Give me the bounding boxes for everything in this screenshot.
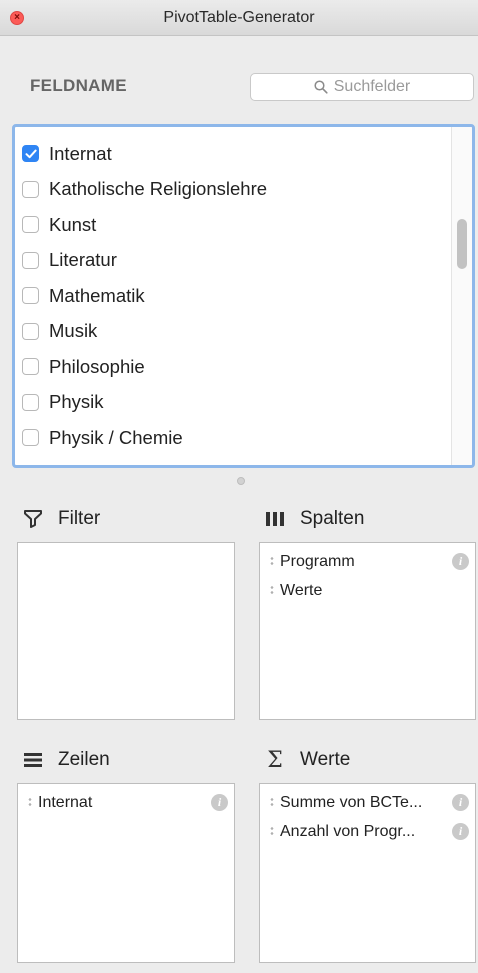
field-checkbox[interactable] [22, 145, 39, 163]
field-label: Literatur [49, 249, 117, 271]
info-icon[interactable]: i [452, 823, 469, 840]
window-title: PivotTable-Generator [163, 9, 315, 26]
info-icon[interactable]: i [452, 794, 469, 811]
field-label: Kunst [49, 213, 97, 235]
field-list-item[interactable]: Kunst [15, 207, 472, 243]
werte-area-title: Werte [300, 749, 351, 770]
field-label: Mathematik [49, 284, 145, 306]
columns-icon [264, 508, 286, 530]
spalten-area-header: Spalten [264, 508, 364, 530]
field-list-item[interactable]: Musik [15, 314, 472, 350]
field-checkbox[interactable] [22, 358, 39, 376]
field-list-item[interactable]: Play and Get [15, 456, 472, 465]
filter-area-header: Filter [22, 508, 100, 530]
zeilen-area-header: Zeilen [22, 749, 110, 771]
drag-handle-icon[interactable] [270, 585, 274, 596]
field-label: Physik [49, 391, 104, 413]
search-icon [314, 80, 328, 94]
field-list-scrollbar[interactable] [451, 127, 472, 465]
field-label: Philosophie [49, 355, 145, 377]
zeilen-area-title: Zeilen [58, 749, 110, 770]
field-list-item[interactable]: Physik / Chemie [15, 420, 472, 456]
zeilen-drop-area[interactable]: Internat i [17, 783, 235, 963]
field-checkbox[interactable] [22, 322, 39, 340]
field-checkbox[interactable] [22, 216, 39, 234]
drag-handle-icon[interactable] [270, 556, 274, 567]
search-placeholder: Suchfelder [333, 78, 411, 95]
field-checkbox[interactable] [22, 429, 39, 447]
field-label: Katholische Religionslehre [49, 178, 268, 200]
info-icon[interactable]: i [211, 794, 228, 811]
field-list-item[interactable]: Physik [15, 385, 472, 421]
spalten-area-title: Spalten [300, 508, 365, 529]
field-label: Musik [49, 320, 98, 342]
field-list[interactable]: Internat Katholische Religionslehre Kunst L… [12, 124, 475, 468]
drag-handle-icon[interactable] [270, 826, 274, 837]
field-checkbox[interactable] [22, 464, 39, 465]
pivot-field-label: Summe von BCTe... [280, 793, 423, 811]
field-checkbox[interactable] [22, 180, 39, 198]
filter-drop-area[interactable] [17, 542, 235, 720]
search-fields-input[interactable]: Suchfelder [250, 73, 474, 101]
pivot-field-chip[interactable]: Anzahl von Progr... i [260, 817, 475, 846]
drag-handle-icon[interactable] [270, 797, 274, 808]
pivot-field-label: Internat [38, 793, 93, 811]
field-list-item[interactable]: Philosophie [15, 349, 472, 385]
pivot-field-chip[interactable]: Summe von BCTe... i [260, 788, 475, 817]
field-label: Play and Get [49, 462, 156, 465]
field-label: Internat [49, 142, 112, 164]
funnel-icon [22, 508, 44, 530]
field-list-item[interactable]: Internat [15, 136, 472, 172]
window-titlebar: × PivotTable-Generator [0, 0, 478, 36]
pivot-field-chip[interactable]: Internat i [18, 788, 234, 817]
sigma-icon: Σ [267, 747, 283, 773]
spalten-drop-area[interactable]: Programm i Werte [259, 542, 476, 720]
field-label: Physik / Chemie [49, 426, 183, 448]
checkmark-icon [25, 149, 37, 158]
field-checkbox[interactable] [22, 393, 39, 411]
field-list-item[interactable]: Literatur [15, 243, 472, 279]
pivot-field-label: Anzahl von Progr... [280, 822, 416, 840]
scrollbar-thumb[interactable] [457, 219, 467, 269]
drag-handle-icon[interactable] [28, 797, 32, 808]
filter-area-title: Filter [58, 508, 101, 529]
field-checkbox[interactable] [22, 287, 39, 305]
pivot-field-chip[interactable]: Werte [260, 576, 475, 605]
field-list-item[interactable]: Mathematik [15, 278, 472, 314]
info-icon[interactable]: i [452, 553, 469, 570]
werte-area-header: Σ Werte [264, 747, 351, 773]
pivot-field-label: Werte [280, 581, 323, 599]
werte-drop-area[interactable]: Summe von BCTe... i Anzahl von Progr... i [259, 783, 476, 963]
pivot-field-chip[interactable]: Programm i [260, 547, 475, 576]
feldname-label: FELDNAME [30, 76, 127, 95]
field-list-item[interactable]: Katholische Religionslehre [15, 172, 472, 208]
rows-icon [22, 749, 44, 771]
field-checkbox[interactable] [22, 251, 39, 269]
pivot-field-label: Programm [280, 552, 355, 570]
splitter-handle[interactable] [237, 477, 245, 485]
